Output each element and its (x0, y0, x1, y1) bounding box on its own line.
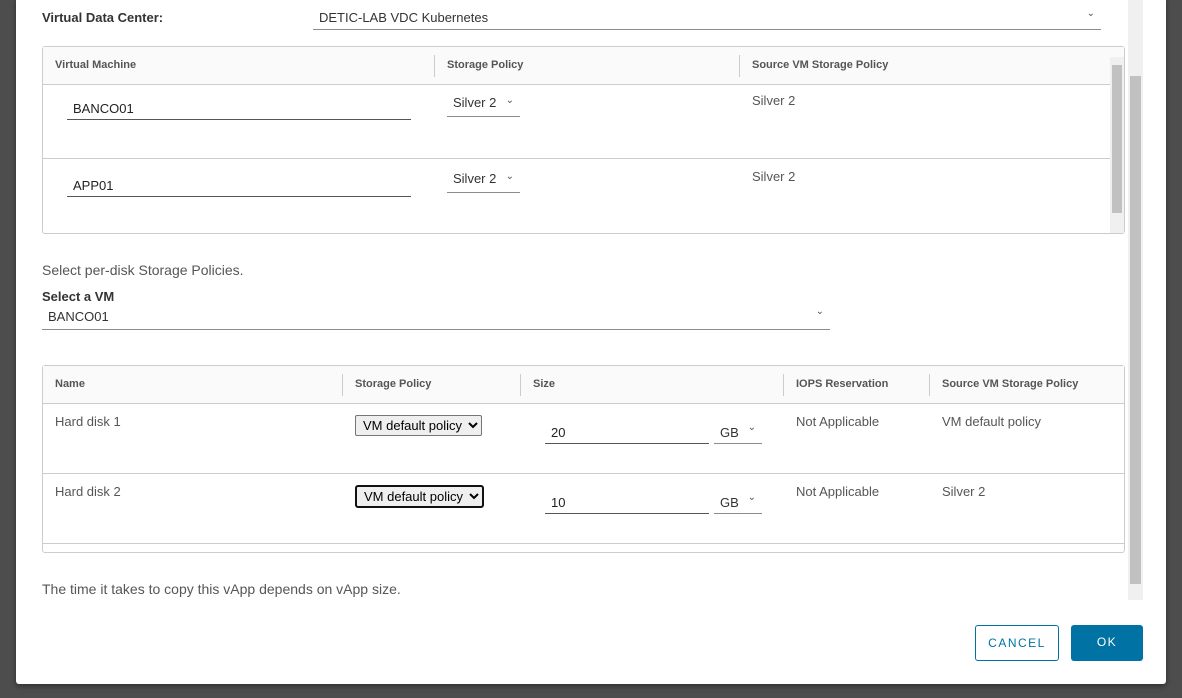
table-row: Hard disk 2 VM default policy GB ⌄ Not Ap… (43, 474, 1124, 544)
disk-storage-grid: Name Storage Policy Size IOPS Reservatio… (42, 365, 1125, 553)
chevron-down-icon: ⌄ (505, 95, 514, 106)
iops-value: Not Applicable (796, 414, 880, 429)
chevron-down-icon: ⌄ (747, 422, 756, 433)
chevron-down-icon: ⌄ (747, 492, 756, 503)
disk-name: Hard disk 2 (55, 484, 121, 499)
policy-value: Silver 2 (453, 171, 497, 186)
table-row: Silver 2 ⌄ Silver 2 (43, 159, 1124, 233)
header-size: Size (533, 378, 556, 390)
vm-name-input[interactable] (67, 175, 411, 197)
vm-storage-grid: Virtual Machine Storage Policy Source VM… (42, 46, 1125, 234)
header-virtual-machine: Virtual Machine (55, 59, 137, 71)
unit-value: GB (720, 495, 739, 510)
disk-size-input[interactable] (545, 422, 709, 444)
disk-name: Hard disk 1 (55, 414, 121, 429)
ok-button[interactable]: OK (1071, 625, 1143, 661)
iops-value: Not Applicable (796, 484, 880, 499)
scrollbar-thumb[interactable] (1112, 65, 1122, 213)
header-iops: IOPS Reservation (796, 378, 889, 390)
chevron-down-icon: ⌄ (505, 171, 514, 182)
grid-scrollbar[interactable] (1110, 57, 1124, 233)
header-storage-policy: Storage Policy (355, 378, 432, 390)
select-vm-dropdown[interactable]: BANCO01 ⌄ (42, 306, 830, 330)
header-storage-policy: Storage Policy (447, 59, 524, 71)
policy-value: Silver 2 (453, 95, 497, 110)
dialog-scrollbar[interactable] (1128, 0, 1143, 600)
source-policy: Silver 2 (942, 484, 986, 499)
unit-value: GB (720, 425, 739, 440)
source-policy: VM default policy (942, 414, 1041, 429)
header-source-policy: Source VM Storage Policy (752, 59, 889, 71)
chevron-down-icon: ⌄ (815, 306, 824, 317)
vdc-value: DETIC-LAB VDC Kubernetes (319, 10, 489, 25)
vm-name-input[interactable] (67, 98, 411, 120)
grid-header: Name Storage Policy Size IOPS Reservatio… (43, 366, 1124, 404)
vdc-select[interactable]: DETIC-LAB VDC Kubernetes ⌄ (313, 8, 1101, 30)
copy-time-note: The time it takes to copy this vApp depe… (42, 581, 401, 597)
header-source-policy: Source VM Storage Policy (942, 378, 1079, 390)
table-row: Silver 2 ⌄ Silver 2 (43, 85, 1124, 159)
select-vm-label: Select a VM (42, 289, 115, 304)
source-policy: Silver 2 (752, 93, 796, 108)
size-unit-select[interactable]: GB ⌄ (714, 422, 762, 444)
chevron-down-icon: ⌄ (1086, 8, 1095, 19)
scrollbar-thumb[interactable] (1130, 76, 1141, 584)
disk-policy-select[interactable]: VM default policy (355, 485, 484, 508)
per-disk-text: Select per-disk Storage Policies. (42, 262, 244, 278)
grid-header: Virtual Machine Storage Policy Source VM… (43, 47, 1124, 85)
source-policy: Silver 2 (752, 169, 796, 184)
copy-vapp-dialog: Virtual Data Center: DETIC-LAB VDC Kuber… (16, 0, 1166, 684)
disk-size-input[interactable] (545, 492, 709, 514)
select-vm-value: BANCO01 (48, 309, 109, 324)
storage-policy-select[interactable]: Silver 2 ⌄ (447, 95, 520, 117)
disk-policy-select[interactable]: VM default policy (355, 415, 482, 436)
size-unit-select[interactable]: GB ⌄ (714, 492, 762, 514)
vdc-label: Virtual Data Center: (42, 10, 164, 25)
header-name: Name (55, 378, 85, 390)
cancel-button[interactable]: CANCEL (975, 625, 1059, 661)
table-row: Hard disk 1 VM default policy GB ⌄ Not Ap… (43, 404, 1124, 474)
storage-policy-select[interactable]: Silver 2 ⌄ (447, 171, 520, 193)
